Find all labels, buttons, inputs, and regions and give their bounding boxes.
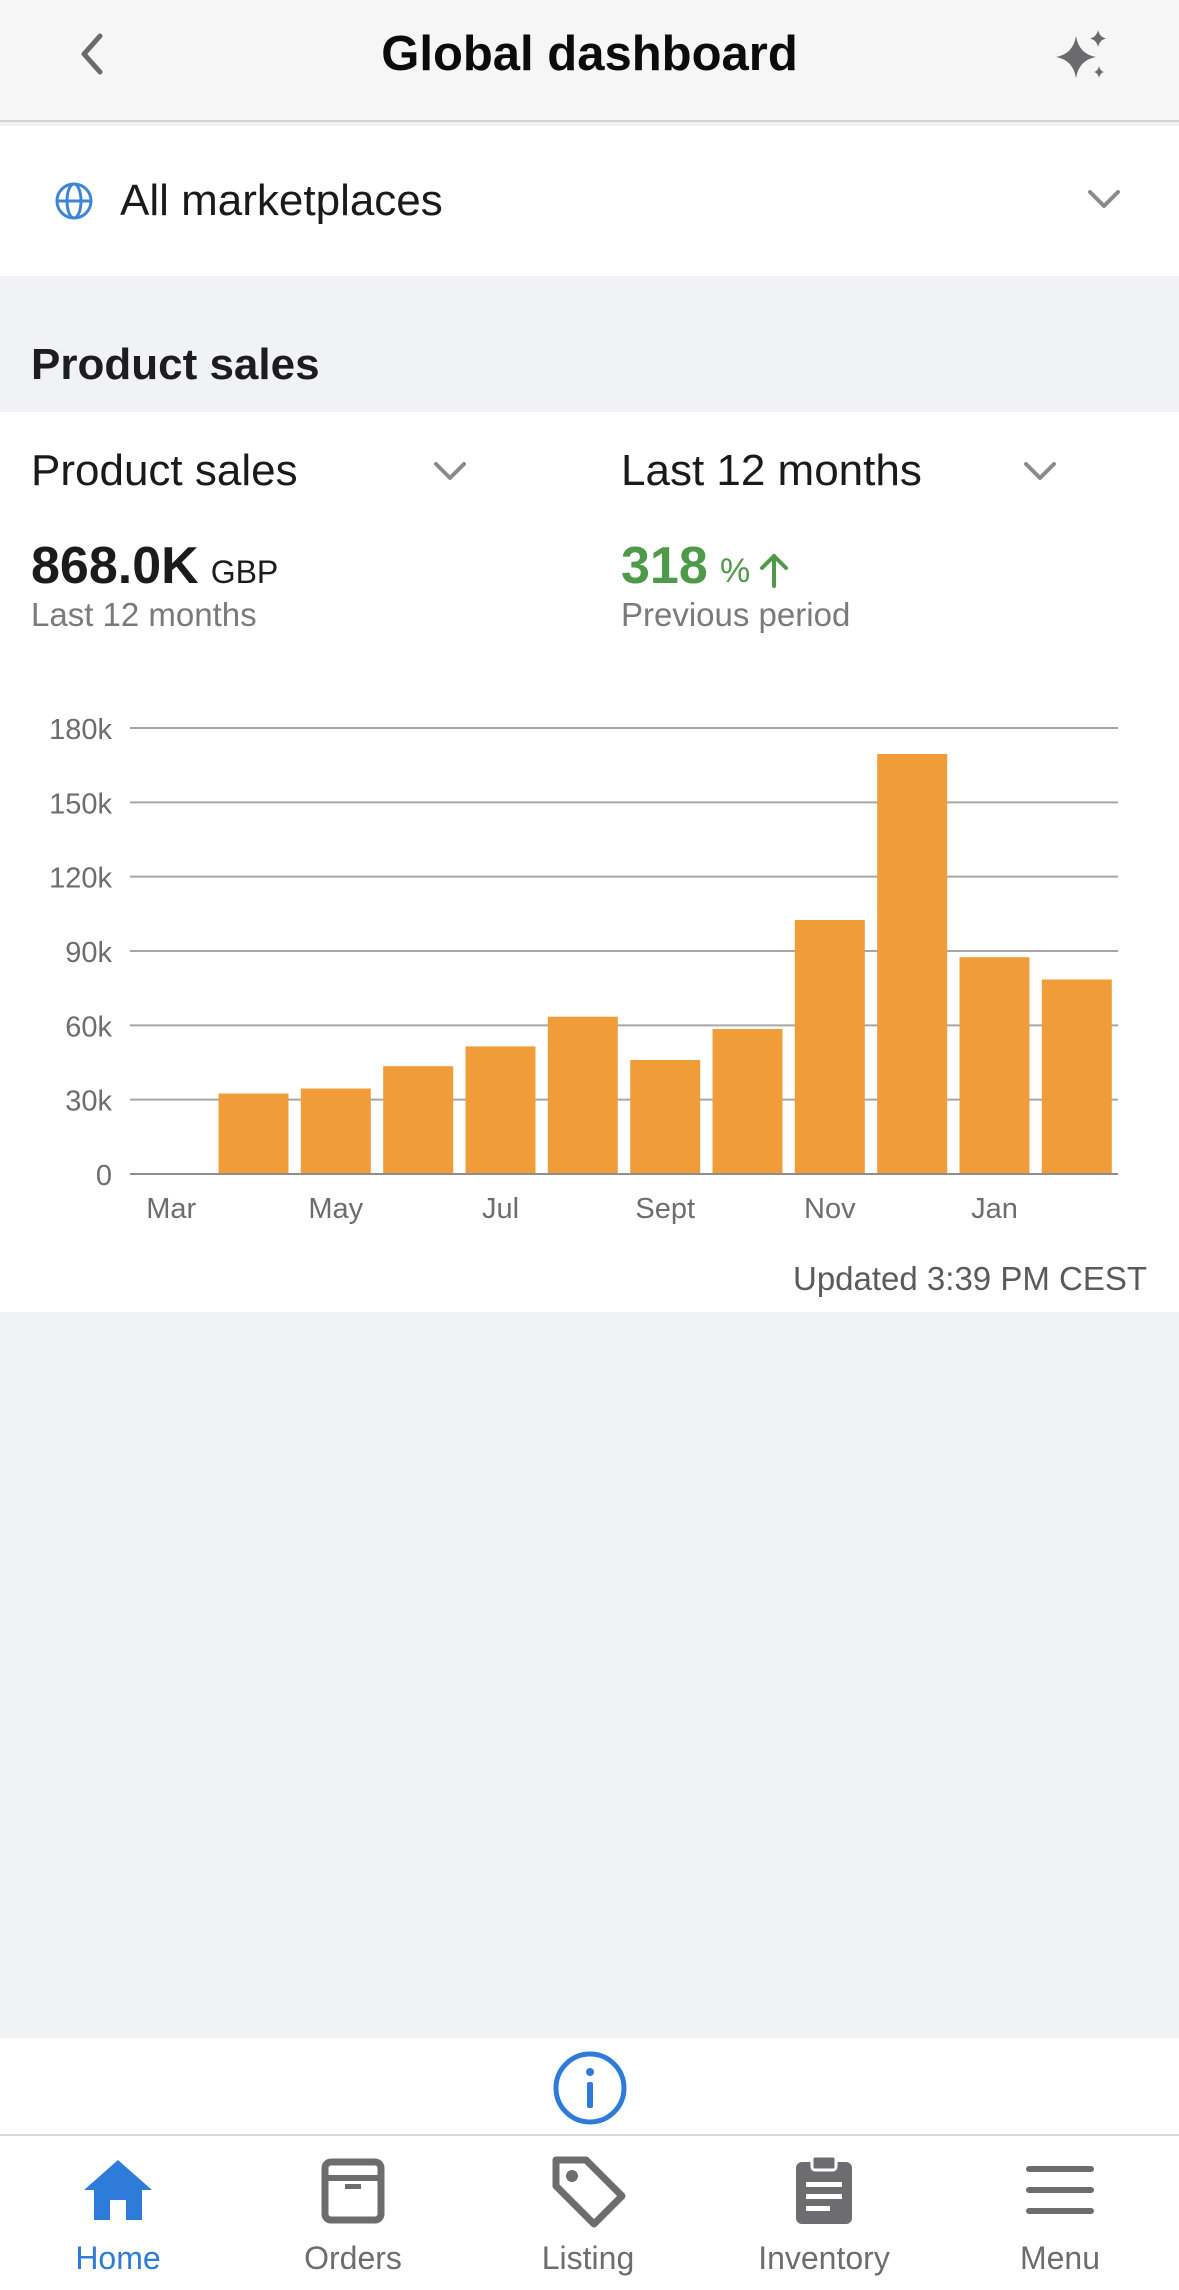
tab-label: Listing xyxy=(541,2240,635,2276)
tag-icon xyxy=(552,2156,626,2228)
marketplace-selector[interactable]: All marketplaces xyxy=(0,126,1179,276)
y-tick-label: 0 xyxy=(96,1160,112,1192)
hamburger-menu-icon xyxy=(1026,2166,1094,2214)
tab-label: Home xyxy=(75,2240,161,2276)
bar-feb xyxy=(1041,979,1112,1174)
chevron-down-icon xyxy=(1088,190,1120,208)
sales-bar-chart: 0 30k 60k 90k 120k 150k 180k Mar May Jul Sept Nov Ja… xyxy=(49,714,1118,1225)
info-icon[interactable] xyxy=(552,2050,628,2126)
bar-aug xyxy=(547,1016,618,1174)
x-tick-label: Sept xyxy=(635,1193,695,1225)
section-title: Product sales xyxy=(31,340,320,389)
x-tick-label: Mar xyxy=(146,1193,196,1225)
top-navigation-bar: Global dashboard xyxy=(0,0,1179,122)
tab-orders[interactable]: Orders xyxy=(235,2136,471,2290)
page-title: Global dashboard xyxy=(381,27,798,81)
tab-label: Menu xyxy=(1019,2240,1101,2276)
tab-menu[interactable]: Menu xyxy=(942,2136,1178,2290)
bar-apr xyxy=(218,1093,289,1174)
info-bar xyxy=(0,2038,1179,2134)
bar-jul xyxy=(465,1046,536,1174)
x-tick-label: Nov xyxy=(804,1193,856,1225)
sparkle-icon xyxy=(1056,30,1106,78)
product-sales-card: Product sales Last 12 months 868.0K GBP L… xyxy=(0,412,1179,1312)
x-tick-label: Jul xyxy=(482,1193,519,1225)
bar-may xyxy=(300,1088,371,1174)
y-tick-label: 120k xyxy=(49,863,112,895)
y-tick-label: 30k xyxy=(65,1086,112,1118)
clipboard-icon xyxy=(796,2154,852,2224)
x-tick-label: May xyxy=(308,1193,363,1225)
bar-dec xyxy=(877,754,948,1174)
tab-listing[interactable]: Listing xyxy=(470,2136,706,2290)
y-tick-label: 180k xyxy=(49,714,112,746)
y-tick-label: 60k xyxy=(65,1011,112,1043)
orders-box-icon xyxy=(321,2158,385,2224)
home-icon xyxy=(84,2160,152,2220)
bar-jan xyxy=(959,957,1030,1174)
globe-icon xyxy=(55,182,93,220)
tab-label: Inventory xyxy=(758,2240,890,2276)
y-tick-label: 90k xyxy=(65,937,112,969)
bottom-tab-bar: Home Orders Listing Inventory Menu xyxy=(0,2134,1179,2290)
bar-nov xyxy=(794,920,865,1174)
bar-jun xyxy=(383,1066,454,1174)
bar-sept xyxy=(630,1060,701,1174)
tab-home[interactable]: Home xyxy=(0,2136,236,2290)
marketplace-label: All marketplaces xyxy=(120,176,443,225)
x-tick-label: Jan xyxy=(971,1193,1018,1225)
ai-assistant-button[interactable] xyxy=(1052,26,1112,86)
y-tick-label: 150k xyxy=(49,788,112,820)
bar-oct xyxy=(712,1029,783,1174)
updated-timestamp: Updated 3:39 PM CEST xyxy=(792,1260,1147,1297)
tab-inventory[interactable]: Inventory xyxy=(706,2136,942,2290)
tab-label: Orders xyxy=(304,2240,402,2276)
